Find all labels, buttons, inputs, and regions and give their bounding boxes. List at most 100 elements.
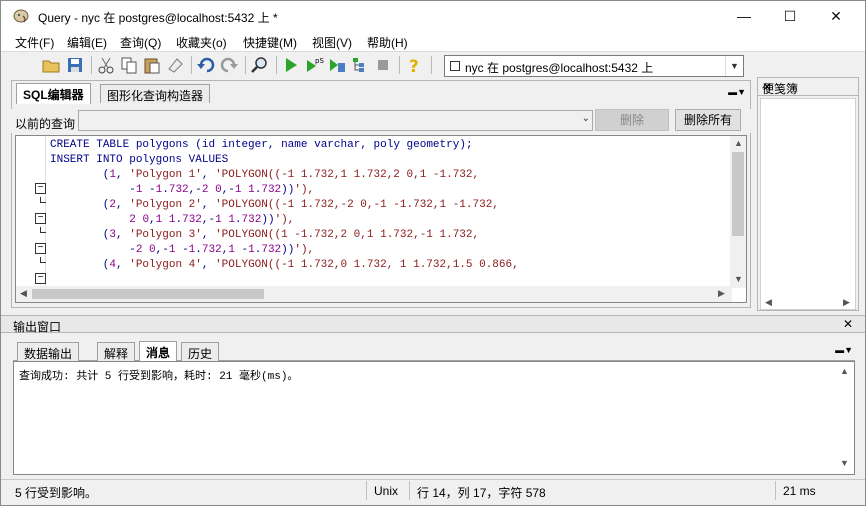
paste-icon[interactable] (142, 55, 162, 75)
menu-help[interactable]: 帮助(H) (367, 34, 408, 51)
output-tab-row: 数据输出 解释 消息 历史 ▬▼ (13, 339, 855, 362)
minimize-button[interactable]: — (721, 1, 767, 31)
fold-line (40, 257, 46, 263)
scratch-pad-header: 便笺簿 ✕ (758, 78, 858, 96)
close-icon[interactable]: ✕ (843, 317, 853, 331)
code-line[interactable]: -2 0,-1 -1.732,1 -1.732))'), (50, 243, 730, 258)
fold-toggle-icon[interactable]: − (35, 243, 46, 254)
menu-bar: 文件(F) 编辑(E) 查询(Q) 收藏夹(o) 快捷键(M) 视图(V) 帮助… (1, 31, 865, 51)
delete-all-button[interactable]: 删除所有 (675, 109, 741, 131)
code-line[interactable]: 2 0,1 1.732,-1 1.732))'), (50, 213, 730, 228)
svg-text:?: ? (409, 57, 419, 75)
close-icon[interactable]: ✕ (762, 80, 854, 94)
status-rows-affected: 5 行受到影响。 (15, 486, 98, 500)
help-icon[interactable]: ? (404, 55, 424, 75)
sql-editor[interactable]: − − − − CREATE TABLE polygons (id intege… (15, 135, 747, 303)
scroll-right-icon[interactable]: ▶ (843, 297, 850, 308)
status-line-ending: Unix (374, 484, 399, 498)
menu-favorites[interactable]: 收藏夹(o) (176, 34, 227, 51)
svg-text:pS: pS (315, 57, 324, 65)
scrollbar-thumb[interactable] (732, 152, 744, 236)
tab-graphical-query-builder[interactable]: 图形化查询构造器 (100, 84, 211, 103)
panel-menu-icon[interactable]: ▬▼ (835, 345, 853, 355)
execute-pgscript-icon[interactable]: pS (304, 55, 324, 75)
chevron-down-icon[interactable]: ▼ (725, 56, 743, 76)
tab-sql-editor[interactable]: SQL编辑器 (16, 83, 91, 104)
scratch-pad-panel: 便笺簿 ✕ ◀ ▶ (757, 77, 859, 311)
undo-icon[interactable] (196, 55, 216, 75)
clear-icon[interactable] (165, 55, 185, 75)
explain-icon[interactable] (350, 55, 370, 75)
tab-data-output[interactable]: 数据输出 (17, 342, 80, 361)
status-separator (366, 481, 367, 500)
status-exec-time: 21 ms (783, 484, 816, 498)
fold-toggle-icon[interactable]: − (35, 213, 46, 224)
sql-code[interactable]: CREATE TABLE polygons (id integer, name … (50, 138, 730, 288)
scroll-down-icon[interactable]: ▼ (840, 458, 849, 468)
connection-label: nyc 在 postgres@localhost:5432 上 (465, 61, 654, 75)
close-window-button[interactable]: ✕ (813, 1, 859, 31)
editor-horizontal-scrollbar[interactable]: ◀ ▶ (16, 286, 732, 302)
scroll-left-icon[interactable]: ◀ (20, 288, 27, 299)
delete-button[interactable]: 删除 (595, 109, 669, 131)
menu-edit[interactable]: 编辑(E) (67, 34, 107, 51)
copy-icon[interactable] (119, 55, 139, 75)
maximize-button[interactable]: ☐ (767, 1, 813, 31)
code-line[interactable]: (1, 'Polygon 1', 'POLYGON((-1 1.732,1 1.… (50, 168, 730, 183)
menu-macros[interactable]: 快捷键(M) (243, 34, 297, 51)
scroll-right-icon[interactable]: ▶ (718, 288, 725, 299)
fold-toggle-icon[interactable]: − (35, 183, 46, 194)
menu-file[interactable]: 文件(F) (15, 34, 54, 51)
output-panel-header: 输出窗口 ✕ (1, 315, 865, 334)
scroll-up-icon[interactable]: ▲ (734, 138, 743, 148)
toolbar: pS ? nyc 在 postgres@localhost:5432 上 ▼ (1, 51, 865, 79)
scroll-down-icon[interactable]: ▼ (734, 274, 743, 284)
app-elephant-icon (13, 9, 29, 23)
fold-toggle-icon[interactable]: − (35, 273, 46, 284)
code-line[interactable]: CREATE TABLE polygons (id integer, name … (50, 138, 730, 153)
connection-select[interactable]: nyc 在 postgres@localhost:5432 上 ▼ (444, 55, 744, 77)
toolbar-separator (91, 56, 92, 74)
toolbar-separator (431, 56, 432, 74)
scroll-left-icon[interactable]: ◀ (765, 297, 772, 308)
save-icon[interactable] (65, 55, 85, 75)
messages-area[interactable]: 查询成功: 共计 5 行受到影响，耗时: 21 毫秒(ms)。 ▲ ▼ (13, 361, 855, 475)
scroll-up-icon[interactable]: ▲ (840, 366, 849, 376)
toolbar-separator (276, 56, 277, 74)
sql-tab-row: SQL编辑器 图形化查询构造器 ▬▼ (12, 81, 750, 104)
execute-to-file-icon[interactable] (327, 55, 347, 75)
previous-queries-label: 以前的查询 (15, 117, 76, 131)
code-line[interactable]: (3, 'Polygon 3', 'POLYGON((1 -1.732,2 0,… (50, 228, 730, 243)
previous-queries-select[interactable]: ⌄ (78, 110, 593, 131)
query-window: Query - nyc 在 postgres@localhost:5432 上 … (0, 0, 866, 506)
open-file-icon[interactable] (41, 55, 61, 75)
find-icon[interactable] (250, 55, 270, 75)
title-bar: Query - nyc 在 postgres@localhost:5432 上 … (1, 1, 865, 31)
toolbar-separator (399, 56, 400, 74)
menu-view[interactable]: 视图(V) (312, 34, 352, 51)
connection-status-box (450, 61, 460, 71)
scratch-pad-textarea[interactable]: ◀ ▶ (760, 98, 856, 310)
editor-vertical-scrollbar[interactable]: ▲ ▼ (730, 136, 746, 288)
tab-history[interactable]: 历史 (181, 342, 220, 361)
code-line[interactable]: (2, 'Polygon 2', 'POLYGON((-1 1.732,-2 0… (50, 198, 730, 213)
execute-icon[interactable] (281, 55, 301, 75)
output-panel-title: 输出窗口 (13, 320, 62, 334)
menu-query[interactable]: 查询(Q) (120, 34, 161, 51)
panel-menu-icon[interactable]: ▬▼ (728, 87, 746, 97)
code-line[interactable]: -1 -1.732,-2 0,-1 1.732))'), (50, 183, 730, 198)
status-separator (409, 481, 410, 500)
tab-messages[interactable]: 消息 (139, 341, 178, 362)
previous-queries-row: 以前的查询 ⌄ 删除 删除所有 (1, 109, 751, 133)
cut-icon[interactable] (96, 55, 116, 75)
fold-line (40, 227, 46, 233)
toolbar-separator (191, 56, 192, 74)
tab-explain[interactable]: 解释 (97, 342, 136, 361)
cancel-query-icon[interactable] (373, 55, 393, 75)
scrollbar-thumb[interactable] (32, 289, 264, 299)
code-line[interactable]: INSERT INTO polygons VALUES (50, 153, 730, 168)
message-text: 查询成功: 共计 5 行受到影响，耗时: 21 毫秒(ms)。 (19, 371, 299, 383)
chevron-down-icon[interactable]: ⌄ (582, 113, 590, 124)
code-line[interactable]: (4, 'Polygon 4', 'POLYGON((-1 1.732,0 1.… (50, 258, 730, 273)
redo-icon[interactable] (219, 55, 239, 75)
